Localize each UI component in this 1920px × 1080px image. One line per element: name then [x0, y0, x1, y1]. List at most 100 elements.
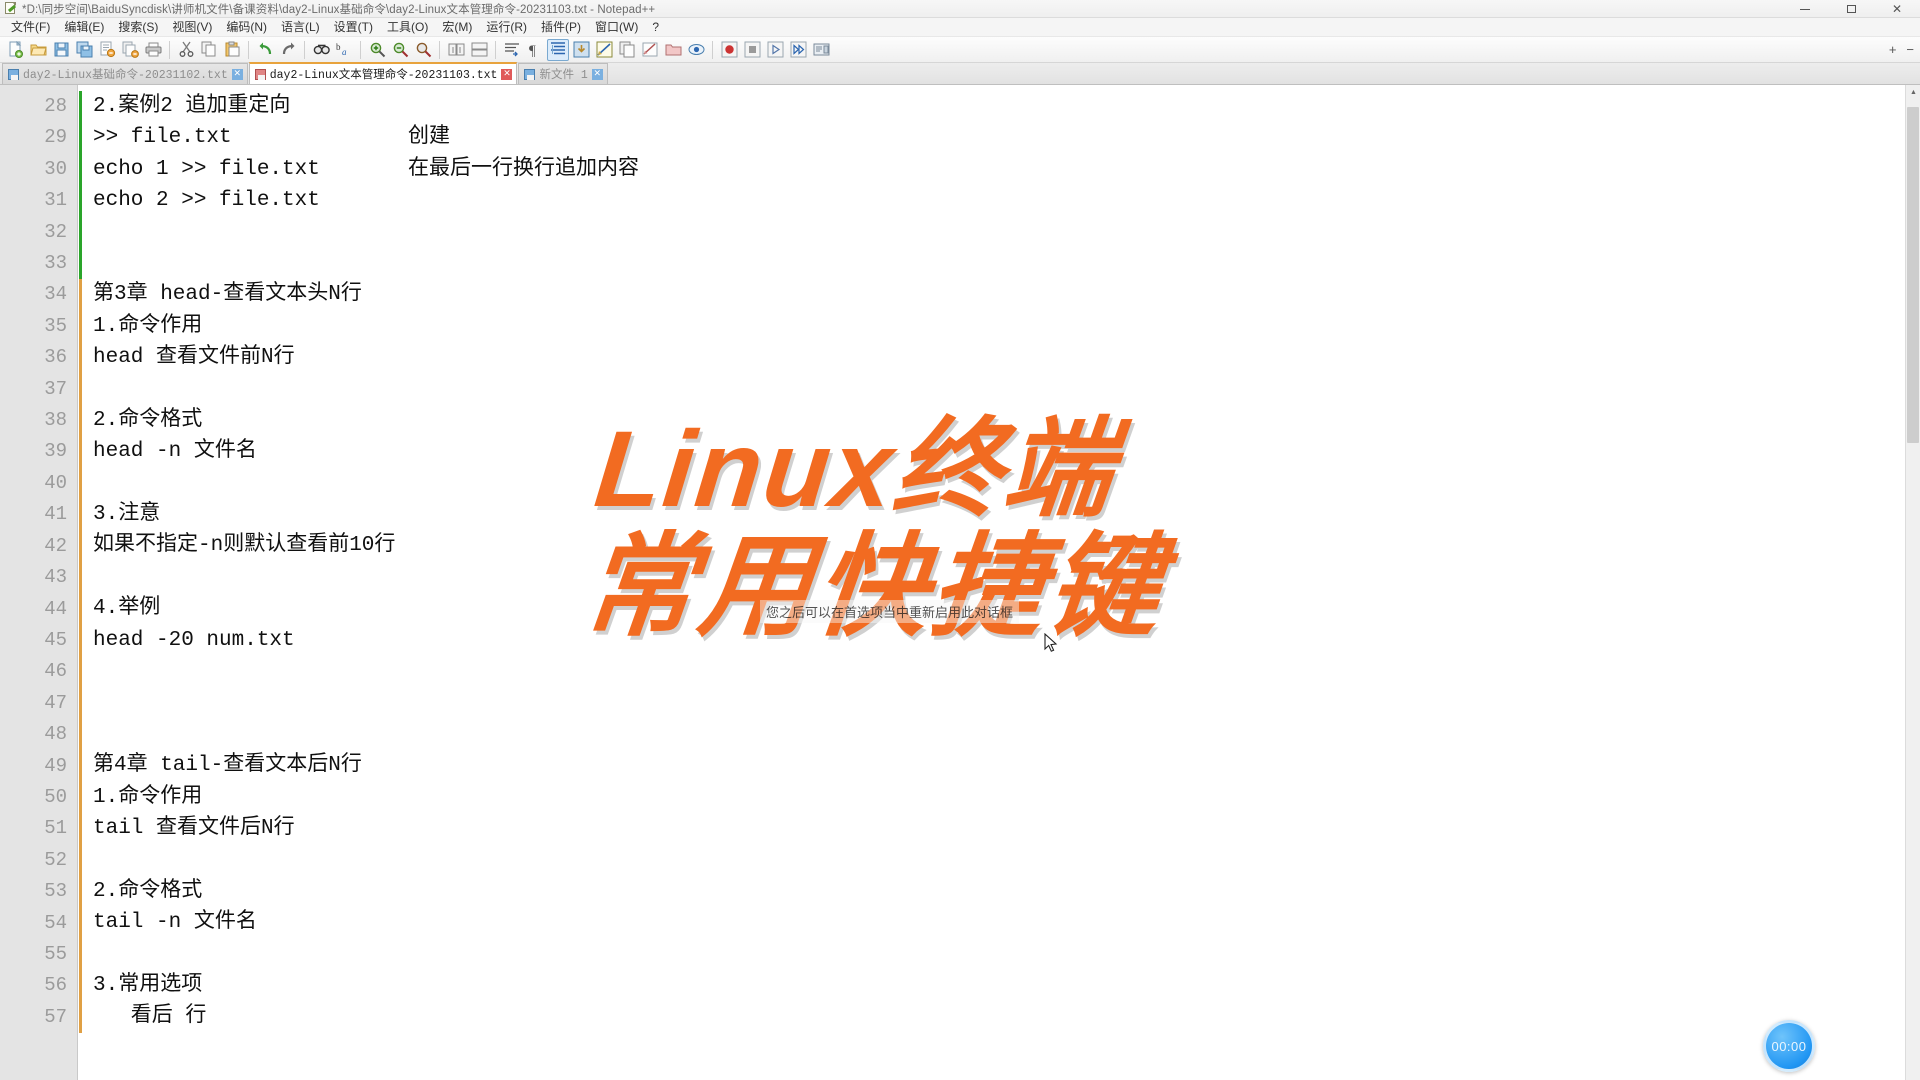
code-line[interactable]: 3.注意: [93, 499, 1920, 530]
folder-workspace-icon[interactable]: [662, 39, 684, 61]
code-line[interactable]: head -n 文件名: [93, 436, 1920, 467]
show-ui-icon[interactable]: [570, 39, 592, 61]
toolbar: ba ¶ + −: [0, 37, 1920, 63]
code-line[interactable]: >> file.txt 创建: [93, 122, 1920, 153]
code-line[interactable]: [93, 656, 1920, 687]
save-all-icon[interactable]: [73, 39, 95, 61]
menu-item-language[interactable]: 语言(L): [274, 18, 327, 37]
maximize-button[interactable]: [1828, 0, 1874, 18]
open-file-icon[interactable]: [27, 39, 49, 61]
code-line[interactable]: 如果不指定-n则默认查看前10行: [93, 530, 1920, 561]
menu-item-plugins[interactable]: 插件(P): [534, 18, 588, 37]
code-line[interactable]: [93, 468, 1920, 499]
zoom-out-icon[interactable]: [389, 39, 411, 61]
macro-record-icon[interactable]: [718, 39, 740, 61]
code-line[interactable]: 第3章 head-查看文本头N行: [93, 279, 1920, 310]
code-line[interactable]: 2.案例2 追加重定向: [93, 91, 1920, 122]
zoom-reset-icon[interactable]: [412, 39, 434, 61]
tab-close-icon[interactable]: ✕: [591, 68, 603, 80]
word-wrap-icon[interactable]: [501, 39, 523, 61]
code-line[interactable]: tail -n 文件名: [93, 907, 1920, 938]
show-all-chars-icon[interactable]: ¶: [524, 39, 546, 61]
line-number: 47: [44, 691, 67, 714]
menu-item-run[interactable]: 运行(R): [479, 18, 534, 37]
menu-item-macro[interactable]: 宏(M): [435, 18, 479, 37]
tab-bar: day2-Linux基础命令-20231102.txt ✕ day2-Linux…: [0, 62, 1920, 85]
code-line[interactable]: 2.命令格式: [93, 405, 1920, 436]
zoom-plus-label[interactable]: +: [1889, 42, 1897, 57]
code-line[interactable]: [93, 939, 1920, 970]
scroll-up-arrow[interactable]: ▲: [1906, 85, 1920, 100]
close-button[interactable]: ✕: [1874, 0, 1920, 18]
code-line[interactable]: [93, 248, 1920, 279]
code-line[interactable]: [93, 844, 1920, 875]
recording-timer-badge[interactable]: 00:00: [1763, 1020, 1815, 1072]
toolbar-separator: [495, 40, 496, 59]
sync-scroll-h-icon[interactable]: [468, 39, 490, 61]
code-line[interactable]: echo 1 >> file.txt 在最后一行换行追加内容: [93, 154, 1920, 185]
menu-item-tools[interactable]: 工具(O): [380, 18, 435, 37]
tab-close-icon[interactable]: ✕: [501, 68, 513, 80]
code-line[interactable]: 3.常用选项: [93, 970, 1920, 1001]
saved-file-icon: [524, 68, 536, 80]
macro-save-icon[interactable]: [810, 39, 832, 61]
copy-icon[interactable]: [198, 39, 220, 61]
indent-guide-icon[interactable]: [547, 38, 569, 61]
replace-icon[interactable]: ba: [333, 39, 355, 61]
code-line[interactable]: 2.命令格式: [93, 876, 1920, 907]
menu-item-help[interactable]: ?: [645, 18, 666, 37]
macro-play-many-icon[interactable]: [787, 39, 809, 61]
tab-day2-linux-text-mgmt[interactable]: day2-Linux文本管理命令-20231103.txt ✕: [248, 62, 518, 84]
monitor-icon[interactable]: [685, 39, 707, 61]
editor-area[interactable]: 28 29 30 31 32 33 34 35 36 37 38 39 40 41 42 43 44 45 46 47…: [0, 85, 1920, 1080]
print-icon[interactable]: [142, 39, 164, 61]
find-icon[interactable]: [310, 39, 332, 61]
zoom-minus-label[interactable]: −: [1906, 42, 1914, 57]
editor-vertical-scrollbar[interactable]: ▲ ▼: [1905, 85, 1920, 1080]
code-line[interactable]: [93, 687, 1920, 718]
function-list-icon[interactable]: [639, 39, 661, 61]
code-line[interactable]: 1.命令作用: [93, 311, 1920, 342]
code-line[interactable]: echo 2 >> file.txt: [93, 185, 1920, 216]
minimize-button[interactable]: [1782, 0, 1828, 18]
close-file-icon[interactable]: [96, 39, 118, 61]
zoom-in-icon[interactable]: [366, 39, 388, 61]
tab-label: day2-Linux基础命令-20231102.txt: [23, 69, 228, 82]
scrollbar-thumb[interactable]: [1907, 107, 1919, 443]
code-line[interactable]: tail 查看文件后N行: [93, 813, 1920, 844]
line-number: 46: [44, 660, 67, 683]
macro-stop-icon[interactable]: [741, 39, 763, 61]
new-file-icon[interactable]: [4, 39, 26, 61]
menu-item-view[interactable]: 视图(V): [165, 18, 219, 37]
menu-item-search[interactable]: 搜索(S): [111, 18, 165, 37]
tab-close-icon[interactable]: ✕: [231, 68, 243, 80]
macro-play-icon[interactable]: [764, 39, 786, 61]
paste-icon[interactable]: [221, 39, 243, 61]
code-line[interactable]: [93, 562, 1920, 593]
code-line[interactable]: [93, 374, 1920, 405]
redo-icon[interactable]: [277, 39, 299, 61]
menu-item-settings[interactable]: 设置(T): [327, 18, 380, 37]
code-line[interactable]: head -20 num.txt: [93, 625, 1920, 656]
menu-item-file[interactable]: 文件(F): [4, 18, 57, 37]
doc-map-icon[interactable]: [616, 39, 638, 61]
tab-new-file-1[interactable]: 新文件 1 ✕: [518, 63, 608, 84]
code-line[interactable]: 第4章 tail-查看文本后N行: [93, 750, 1920, 781]
menu-item-edit[interactable]: 编辑(E): [57, 18, 111, 37]
code-line[interactable]: head 查看文件前N行: [93, 342, 1920, 373]
code-line[interactable]: [93, 719, 1920, 750]
sync-scroll-v-icon[interactable]: [445, 39, 467, 61]
code-line[interactable]: [93, 217, 1920, 248]
user-define-dialog-icon[interactable]: [593, 39, 615, 61]
save-icon[interactable]: [50, 39, 72, 61]
close-all-icon[interactable]: [119, 39, 141, 61]
cut-icon[interactable]: [175, 39, 197, 61]
menu-item-encoding[interactable]: 编码(N): [219, 18, 274, 37]
code-line[interactable]: 1.命令作用: [93, 782, 1920, 813]
code-line[interactable]: 看后 行: [93, 1001, 1920, 1032]
code-text[interactable]: 2.案例2 追加重定向 >> file.txt 创建 echo 1 >> file.…: [83, 85, 1920, 1080]
undo-icon[interactable]: [254, 39, 276, 61]
line-number: 41: [44, 503, 67, 526]
menu-item-window[interactable]: 窗口(W): [588, 18, 645, 37]
tab-day2-linux-basic[interactable]: day2-Linux基础命令-20231102.txt ✕: [2, 63, 248, 84]
